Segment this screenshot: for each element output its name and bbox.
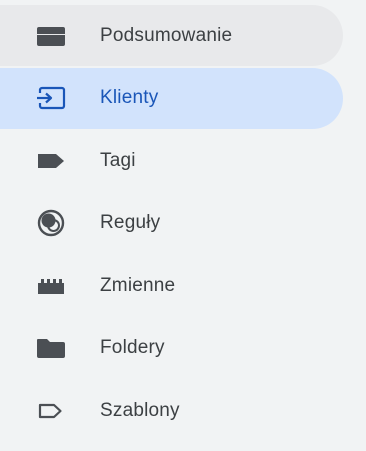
nav-item-folders[interactable]: Foldery xyxy=(0,318,343,379)
trigger-icon xyxy=(33,208,69,238)
sidebar-nav: Podsumowanie Klienty Tagi Reguły Zmienne… xyxy=(0,0,366,451)
nav-item-templates[interactable]: Szablony xyxy=(0,380,343,441)
nav-item-variables[interactable]: Zmienne xyxy=(0,255,343,316)
nav-item-label: Zmienne xyxy=(100,274,176,296)
nav-item-overview[interactable]: Podsumowanie xyxy=(0,5,343,66)
nav-item-triggers[interactable]: Reguły xyxy=(0,193,343,254)
overview-icon xyxy=(33,21,69,51)
nav-item-label: Reguły xyxy=(100,212,161,233)
nav-item-label: Szablony xyxy=(100,399,180,421)
client-login-icon xyxy=(33,83,69,113)
nav-item-label: Klienty xyxy=(100,87,159,108)
nav-item-label: Foldery xyxy=(100,337,165,358)
folder-icon xyxy=(33,333,69,363)
nav-item-label: Podsumowanie xyxy=(100,24,233,46)
variables-icon xyxy=(33,271,69,301)
nav-item-clients[interactable]: Klienty xyxy=(0,67,343,129)
template-tag-outline-icon xyxy=(33,396,69,426)
nav-item-tags[interactable]: Tagi xyxy=(0,130,343,191)
tag-icon xyxy=(33,146,69,176)
nav-item-label: Tagi xyxy=(100,149,136,171)
